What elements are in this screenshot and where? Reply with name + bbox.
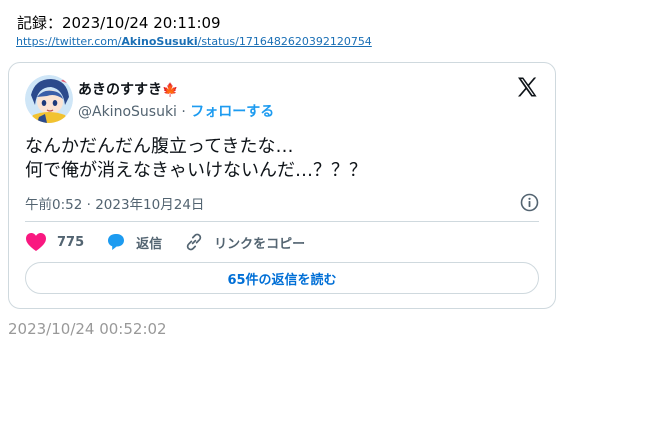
record-timestamp: 記録：2023/10/24 20:11:09: [17, 14, 221, 32]
source-link-user: AkinoSusuki: [121, 35, 198, 48]
reply-label: 返信: [136, 236, 163, 252]
read-replies-button[interactable]: 65件の返信を読む: [25, 262, 539, 294]
embedded-tweet-card: あきのすすき🍁 @AkinoSusuki · フォローする なんかだんだん腹立っ…: [8, 62, 556, 309]
handle-row: @AkinoSusuki · フォローする: [78, 101, 274, 121]
source-link-prefix: https://twitter.com/: [16, 35, 122, 48]
like-count: 775: [57, 234, 85, 250]
avatar[interactable]: [25, 75, 73, 123]
maple-leaf-icon: 🍁: [162, 83, 179, 98]
info-icon[interactable]: [520, 193, 539, 212]
user-handle[interactable]: @AkinoSusuki: [78, 104, 177, 120]
display-name[interactable]: あきのすすき🍁: [78, 79, 178, 99]
reply-button[interactable]: 返信: [106, 232, 162, 252]
follow-button[interactable]: フォローする: [190, 104, 274, 120]
source-link[interactable]: https://twitter.com/AkinoSusuki/status/1…: [16, 35, 372, 48]
x-logo-icon[interactable]: [515, 75, 539, 99]
source-link-suffix: /status/1716482620392120754: [197, 35, 372, 48]
copy-link-button[interactable]: リンクをコピー: [184, 232, 305, 252]
copy-link-label: リンクをコピー: [214, 236, 306, 252]
separator: ·: [181, 104, 186, 120]
tweet-text-line: なんかだんだん腹立ってきたな…: [25, 136, 294, 157]
tweet-actions: 775 返信 リンクをコピー: [25, 231, 327, 253]
heart-icon: [26, 233, 46, 251]
tweet-text-line: 何で俺が消えなきゃいけないんだ…？？？: [25, 160, 367, 181]
speech-bubble-icon: [108, 234, 125, 250]
display-name-text: あきのすすき: [78, 82, 162, 98]
archive-date: 2023/10/24 00:52:02: [8, 320, 167, 338]
link-icon: [186, 233, 202, 251]
like-button[interactable]: 775: [25, 232, 84, 252]
divider: [25, 221, 539, 222]
tweet-text: なんかだんだん腹立ってきたな… 何で俺が消えなきゃいけないんだ…？？？: [25, 135, 367, 183]
tweet-timestamp[interactable]: 午前0:52 · 2023年10月24日: [25, 193, 204, 213]
